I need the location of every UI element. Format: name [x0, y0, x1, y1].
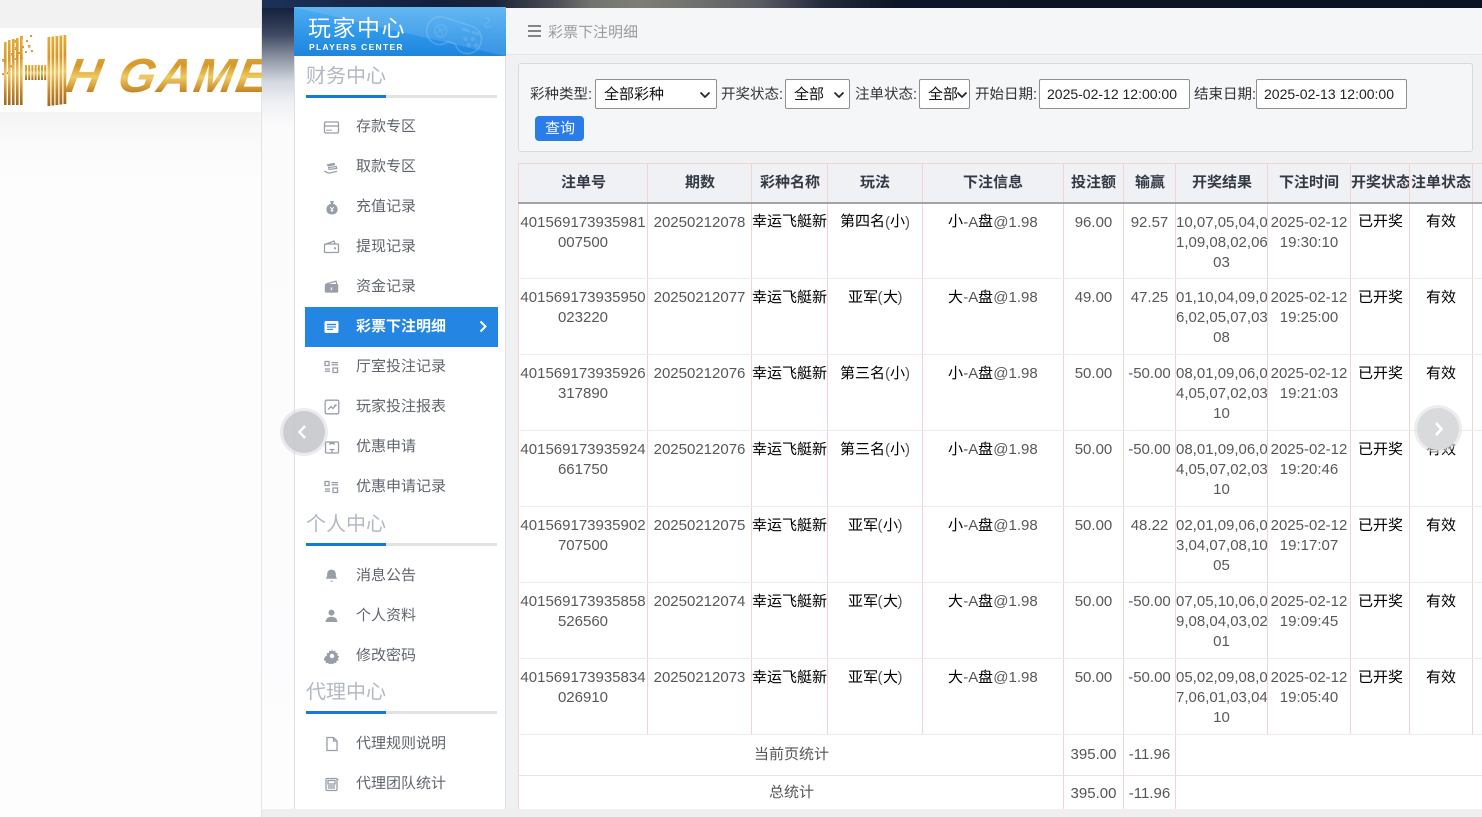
- svg-text:H GAME: H GAME: [62, 49, 262, 103]
